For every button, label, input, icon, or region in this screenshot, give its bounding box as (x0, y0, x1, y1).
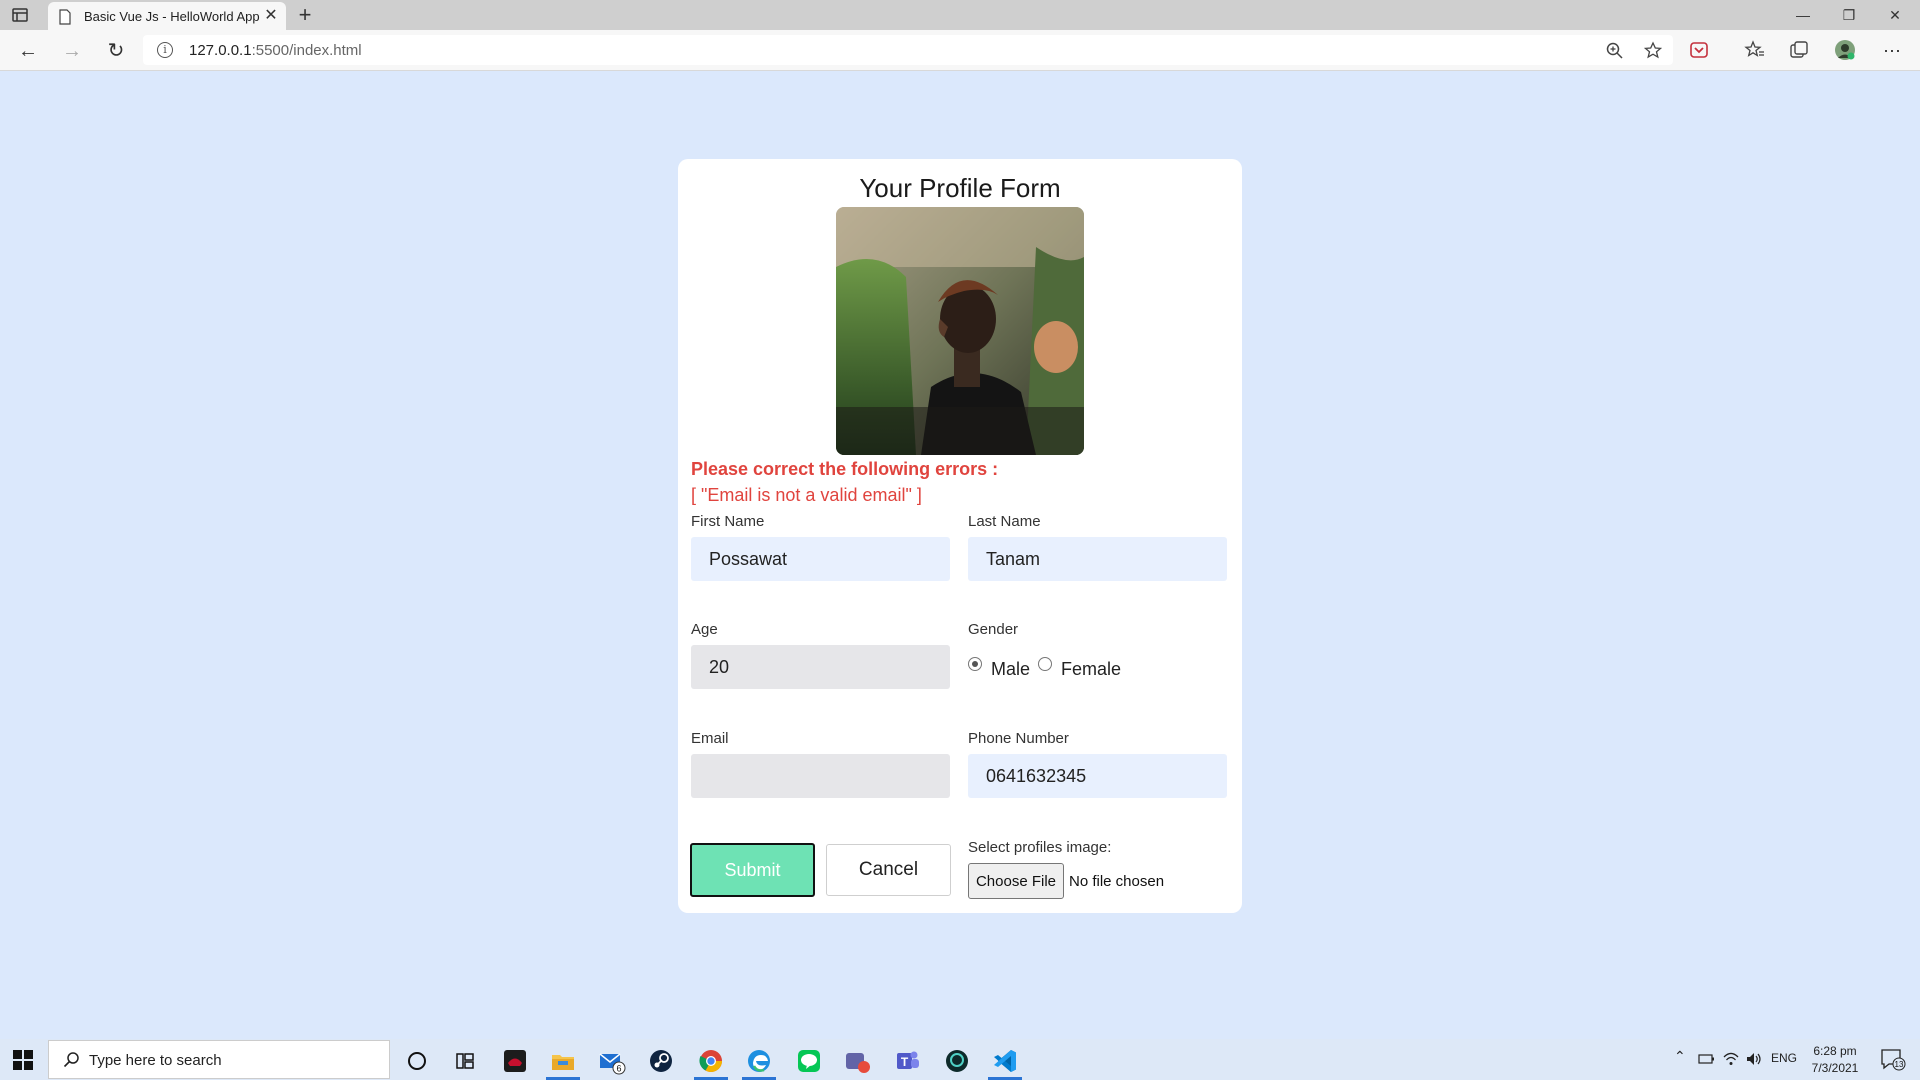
file-explorer-icon[interactable] (548, 1046, 578, 1076)
email-field[interactable] (691, 754, 950, 798)
gender-radio-group: Male Female (968, 652, 1168, 682)
profile-avatar-icon[interactable] (1834, 39, 1856, 61)
address-bar[interactable]: i 127.0.0.1:5500/index.html (143, 35, 1673, 65)
first-name-label: First Name (691, 513, 765, 530)
collections-icon[interactable] (1788, 39, 1810, 61)
search-icon (63, 1052, 79, 1068)
address-toolbar: ← → ↻ i 127.0.0.1:5500/index.html ⋯ (0, 30, 1920, 71)
volume-icon[interactable] (1745, 1050, 1763, 1068)
teams-icon[interactable]: T (892, 1046, 922, 1076)
error-list: [ "Email is not a valid email" ] (691, 485, 922, 505)
taskbar-search[interactable]: Type here to search (48, 1040, 390, 1079)
age-field[interactable] (691, 645, 950, 689)
wifi-icon[interactable] (1722, 1050, 1740, 1068)
mail-icon[interactable]: 6 (596, 1046, 626, 1076)
zoom-icon[interactable] (1605, 41, 1625, 61)
page-title: Your Profile Form (859, 173, 1061, 203)
gender-label: Gender (968, 621, 1019, 638)
restore-icon[interactable]: ❐ (1826, 3, 1872, 27)
close-window-icon[interactable]: ✕ (1872, 3, 1918, 27)
notification-count: 13 (1895, 1060, 1904, 1069)
cancel-button[interactable]: Cancel (826, 844, 951, 896)
vscode-icon[interactable] (990, 1046, 1020, 1076)
edge-icon[interactable] (744, 1046, 774, 1076)
windows-start-icon[interactable] (12, 1049, 34, 1071)
battery-icon[interactable] (1698, 1051, 1716, 1067)
profile-form-card: Your Profile Form Please correct the fol… (678, 159, 1242, 913)
pocket-icon[interactable] (1688, 39, 1710, 61)
age-label: Age (691, 621, 718, 638)
new-tab-icon[interactable]: + (294, 4, 316, 26)
clock-time: 6:28 pm (1813, 1044, 1857, 1058)
windows-taskbar: Type here to search 6 T ⌃ ENG 6:28 pm 7/… (0, 1039, 1920, 1080)
refresh-icon[interactable]: ↻ (104, 39, 128, 63)
cortana-icon[interactable] (402, 1046, 432, 1076)
last-name-field[interactable] (968, 537, 1227, 581)
steam-icon[interactable] (646, 1046, 676, 1076)
forward-icon[interactable]: → (60, 39, 84, 63)
more-menu-icon[interactable]: ⋯ (1880, 39, 1904, 63)
language-indicator[interactable]: ENG (1771, 1051, 1797, 1065)
last-name-label: Last Name (968, 513, 1041, 530)
email-label: Email (691, 730, 729, 747)
clock-date: 7/3/2021 (1811, 1061, 1859, 1075)
profile-photo (836, 207, 1084, 455)
site-info-icon[interactable]: i (157, 42, 173, 58)
phone-label: Phone Number (968, 730, 1069, 747)
notification-center-icon[interactable]: 13 (1880, 1047, 1906, 1071)
browser-tab[interactable]: Basic Vue Js - HelloWorld App ✕ (48, 2, 286, 31)
gitkraken-icon[interactable] (942, 1046, 972, 1076)
close-tab-icon[interactable]: ✕ (262, 7, 280, 25)
mail-badge: 6 (616, 1064, 621, 1074)
show-hidden-icons-icon[interactable]: ⌃ (1674, 1048, 1686, 1065)
favorites-icon[interactable] (1744, 39, 1766, 61)
first-name-field[interactable] (691, 537, 950, 581)
url-text[interactable]: 127.0.0.1:5500/index.html (189, 42, 362, 59)
submit-button[interactable]: Submit (690, 843, 815, 897)
back-icon[interactable]: ← (16, 39, 40, 63)
browser-tab-bar: Basic Vue Js - HelloWorld App ✕ + — ❐ ✕ (0, 0, 1920, 31)
tab-title: Basic Vue Js - HelloWorld App (84, 9, 260, 24)
task-view-icon[interactable] (450, 1046, 480, 1076)
gender-female-label[interactable]: Female (1061, 659, 1121, 680)
svg-text:T: T (901, 1055, 909, 1069)
chrome-icon[interactable] (696, 1046, 726, 1076)
game-app-icon[interactable] (500, 1046, 530, 1076)
messenger-app-icon[interactable] (842, 1046, 872, 1076)
gender-male-radio[interactable] (968, 657, 982, 671)
choose-file-button[interactable]: Choose File (968, 863, 1064, 899)
tab-actions-icon[interactable] (12, 7, 28, 23)
page-icon (59, 9, 71, 25)
phone-field[interactable] (968, 754, 1227, 798)
file-status: No file chosen (1069, 873, 1165, 890)
image-select-label: Select profiles image: (968, 839, 1112, 856)
error-heading: Please correct the following errors : (691, 459, 999, 479)
gender-male-label[interactable]: Male (991, 659, 1030, 680)
line-app-icon[interactable] (794, 1046, 824, 1076)
add-favorite-icon[interactable] (1643, 41, 1663, 61)
minimize-icon[interactable]: — (1780, 3, 1826, 27)
gender-female-radio[interactable] (1038, 657, 1052, 671)
clock[interactable]: 6:28 pm 7/3/2021 (1800, 1043, 1870, 1077)
search-placeholder: Type here to search (89, 1052, 222, 1069)
